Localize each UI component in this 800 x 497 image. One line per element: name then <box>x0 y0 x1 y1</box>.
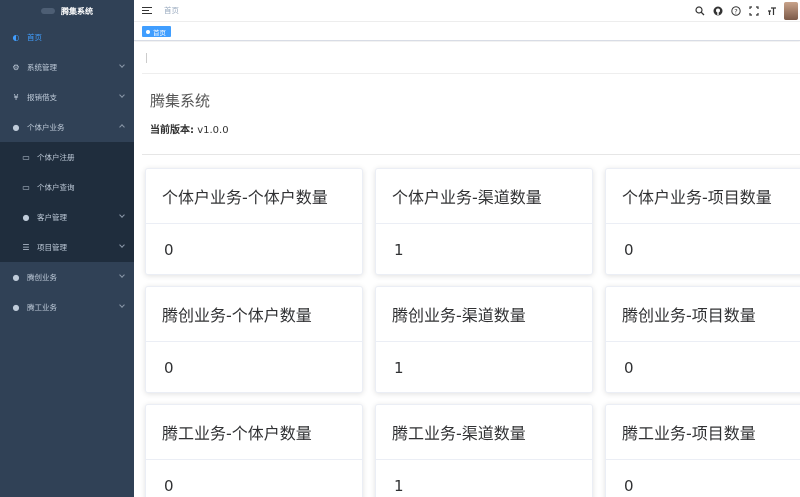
sidebar-item-reimbursement[interactable]: ¥ 报销借支 <box>0 82 134 112</box>
chevron-down-icon <box>119 302 125 308</box>
card-value: 0 <box>624 359 634 377</box>
yen-icon: ¥ <box>13 92 19 102</box>
card-title: 腾创业务-项目数量 <box>606 287 800 342</box>
divider <box>142 73 800 74</box>
card-title: 腾创业务-渠道数量 <box>376 287 592 342</box>
chevron-down-icon <box>119 92 125 98</box>
sidebar-item-label: 个体户业务 <box>27 122 65 132</box>
version-info: 当前版本: v1.0.0 <box>150 121 229 136</box>
text-cursor <box>146 53 147 63</box>
stat-card-tengchuang-channel-count: 腾创业务-渠道数量 1 <box>375 286 593 393</box>
question-icon[interactable]: ? <box>730 5 742 17</box>
card-value: 0 <box>624 477 634 495</box>
sidebar-item-label: 报销借支 <box>27 92 57 102</box>
chevron-down-icon <box>119 242 125 248</box>
svg-text:?: ? <box>734 7 737 15</box>
stat-card-individual-channel-count: 个体户业务-渠道数量 1 <box>375 168 593 275</box>
navbar-right: ? <box>694 0 800 22</box>
sidebar-item-label: 个体户查询 <box>37 182 75 192</box>
card-value: 1 <box>394 241 404 259</box>
monitor-icon: ▭ <box>22 182 30 192</box>
sidebar-item-home[interactable]: ◐ 首页 <box>0 22 134 52</box>
logo[interactable]: 腾集系统 <box>0 0 134 22</box>
sidebar-item-label: 项目管理 <box>37 242 67 252</box>
sidebar-item-register[interactable]: ▭ 个体户注册 <box>0 142 134 172</box>
sidebar-item-label: 个体户注册 <box>37 152 75 162</box>
card-title: 个体户业务-个体户数量 <box>146 169 362 224</box>
sidebar-item-label: 首页 <box>27 32 42 42</box>
card-value: 0 <box>624 241 634 259</box>
stat-card-individual-project-count: 个体户业务-项目数量 0 <box>605 168 800 275</box>
card-value: 0 <box>164 359 174 377</box>
sidebar-item-query[interactable]: ▭ 个体户查询 <box>0 172 134 202</box>
sidebar-item-individual[interactable]: ● 个体户业务 <box>0 112 134 142</box>
card-value: 1 <box>394 477 404 495</box>
sidebar-item-system[interactable]: ⚙ 系统管理 <box>0 52 134 82</box>
stat-card-tenggong-project-count: 腾工业务-项目数量 0 <box>605 404 800 497</box>
sidebar: 腾集系统 ◐ 首页 ⚙ 系统管理 ¥ 报销借支 ● 个体户业务 ▭ 个体户注册 … <box>0 0 134 497</box>
sidebar-item-label: 腾工业务 <box>27 302 57 312</box>
version-label: 当前版本: <box>150 125 194 136</box>
version-value: v1.0.0 <box>197 125 229 136</box>
peoples-icon: ● <box>22 212 30 222</box>
tag-home[interactable]: 首页 <box>142 26 171 37</box>
user-icon: ● <box>12 122 20 132</box>
stat-card-individual-individual-count: 个体户业务-个体户数量 0 <box>145 168 363 275</box>
logo-icon <box>41 8 55 14</box>
fullscreen-icon[interactable] <box>748 5 760 17</box>
sidebar-item-tengchuang[interactable]: ● 腾创业务 <box>0 262 134 292</box>
list-icon: ☰ <box>22 242 30 252</box>
chevron-down-icon <box>119 212 125 218</box>
divider <box>142 154 800 155</box>
stat-card-tenggong-channel-count: 腾工业务-渠道数量 1 <box>375 404 593 497</box>
search-icon[interactable] <box>694 5 706 17</box>
dashboard-icon: ◐ <box>12 32 20 42</box>
card-title: 腾工业务-项目数量 <box>606 405 800 460</box>
card-title: 腾工业务-渠道数量 <box>376 405 592 460</box>
stat-card-tengchuang-individual-count: 腾创业务-个体户数量 0 <box>145 286 363 393</box>
user-icon: ● <box>12 272 20 282</box>
sidebar-item-label: 系统管理 <box>27 62 57 72</box>
github-icon[interactable] <box>712 5 724 17</box>
sidebar-submenu: ▭ 个体户注册 ▭ 个体户查询 ● 客户管理 ☰ 项目管理 <box>0 142 134 262</box>
breadcrumb[interactable]: 首页 <box>164 5 179 16</box>
user-icon: ● <box>12 302 20 312</box>
dot-icon <box>146 29 150 34</box>
chevron-down-icon <box>119 62 125 68</box>
sidebar-item-tenggong[interactable]: ● 腾工业务 <box>0 292 134 322</box>
page-title: 腾集系统 <box>150 92 211 110</box>
chevron-down-icon <box>119 272 125 278</box>
card-title: 腾创业务-个体户数量 <box>146 287 362 342</box>
card-title: 腾工业务-个体户数量 <box>146 405 362 460</box>
card-title: 个体户业务-项目数量 <box>606 169 800 224</box>
logo-text: 腾集系统 <box>61 6 93 16</box>
chevron-up-icon <box>119 124 125 130</box>
stat-card-tenggong-individual-count: 腾工业务-个体户数量 0 <box>145 404 363 497</box>
monitor-icon: ▭ <box>22 152 30 162</box>
gear-icon: ⚙ <box>12 62 20 72</box>
card-value: 1 <box>394 359 404 377</box>
stat-card-tengchuang-project-count: 腾创业务-项目数量 0 <box>605 286 800 393</box>
card-value: 0 <box>164 477 174 495</box>
sidebar-item-label: 客户管理 <box>37 212 67 222</box>
font-size-icon[interactable] <box>766 5 778 17</box>
sidebar-item-label: 腾创业务 <box>27 272 57 282</box>
card-value: 0 <box>164 241 174 259</box>
card-title: 个体户业务-渠道数量 <box>376 169 592 224</box>
tag-label: 首页 <box>153 28 166 37</box>
avatar[interactable] <box>784 2 798 20</box>
tags-view: 首页 <box>134 22 800 41</box>
hamburger-icon[interactable] <box>142 6 152 15</box>
navbar: 首页 ? <box>134 0 800 22</box>
sidebar-item-projects[interactable]: ☰ 项目管理 <box>0 232 134 262</box>
sidebar-item-customers[interactable]: ● 客户管理 <box>0 202 134 232</box>
main-content: 腾集系统 当前版本: v1.0.0 个体户业务-个体户数量 0 个体户业务-渠道数量… <box>134 42 800 497</box>
